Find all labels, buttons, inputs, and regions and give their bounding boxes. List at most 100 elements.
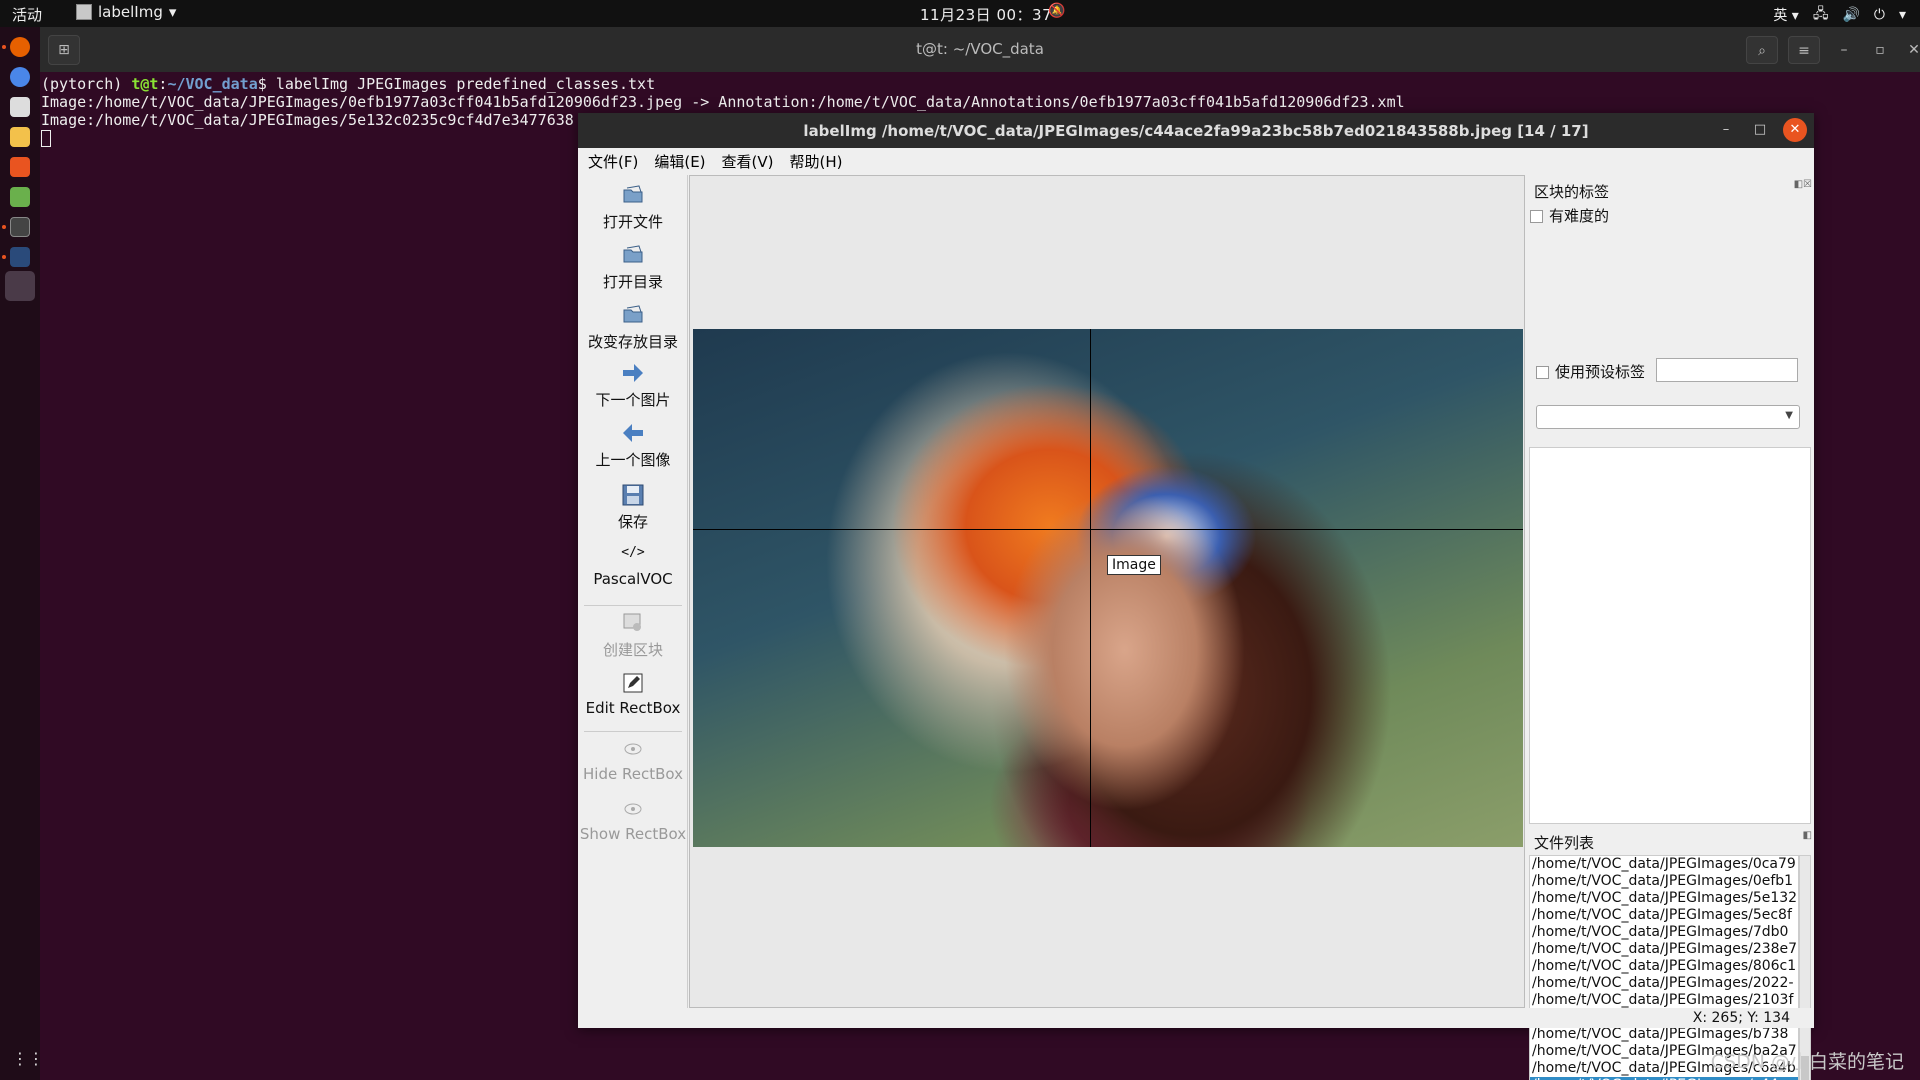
save-label: 保存 bbox=[617, 513, 648, 531]
create-box-label: 创建区块 bbox=[602, 641, 663, 659]
file-list-item[interactable]: /home/t/VOC_data/JPEGImages/5e132 bbox=[1530, 890, 1798, 907]
format-label: PascalVOC bbox=[593, 570, 673, 588]
input-method-indicator[interactable]: 英 ▾ bbox=[1773, 5, 1798, 25]
rhythmbox-icon[interactable] bbox=[10, 127, 30, 147]
firefox-icon[interactable] bbox=[10, 37, 30, 57]
output-line: Image:/home/t/VOC_data/JPEGImages/5e132c… bbox=[41, 111, 574, 129]
chevron-down-icon: ▾ bbox=[1898, 7, 1906, 23]
use-default-label-checkbox[interactable] bbox=[1536, 366, 1549, 379]
use-default-label-row[interactable]: 使用预设标签 bbox=[1536, 361, 1645, 382]
file-list-item[interactable]: /home/t/VOC_data/JPEGImages/0efb1 bbox=[1530, 873, 1798, 890]
cursor-coordinates: X: 265; Y: 134 bbox=[1692, 1010, 1790, 1026]
prev-image-label: 上一个图像 bbox=[595, 451, 671, 469]
top-bar: 活动 labelImg ▾ 11月23日 00：37 🔕 英 ▾ 🖧 🔊 ⏻ ▾ bbox=[0, 0, 1920, 27]
network-icon: 🖧 bbox=[1812, 6, 1829, 22]
labelimg-titlebar: labelImg /home/t/VOC_data/JPEGImages/c44… bbox=[578, 113, 1814, 148]
open-dir-button[interactable]: 打开目录 bbox=[578, 243, 688, 292]
file-list-item[interactable]: /home/t/VOC_data/JPEGImages/238e7 bbox=[1530, 941, 1798, 958]
prompt-prefix: (pytorch) bbox=[41, 75, 132, 93]
close-icon[interactable]: ✕ bbox=[1783, 118, 1807, 142]
file-list-item[interactable]: /home/t/VOC_data/JPEGImages/2022- bbox=[1530, 975, 1798, 992]
save-button[interactable]: 保存 bbox=[578, 483, 688, 532]
code-icon: </> bbox=[621, 545, 645, 560]
toolbar: 打开文件 打开目录 改变存放目录 下一个图片 上一个图像 保存 </> Pasc… bbox=[578, 175, 688, 1008]
edit-pencil-icon bbox=[623, 673, 643, 693]
software-center-icon[interactable] bbox=[10, 157, 30, 177]
difficult-checkbox[interactable] bbox=[1530, 210, 1543, 223]
maximize-icon[interactable]: □ bbox=[1748, 118, 1772, 142]
label-combo-box[interactable]: ▼ bbox=[1536, 405, 1800, 429]
clock[interactable]: 11月23日 00：37 bbox=[920, 4, 1052, 25]
default-label-input[interactable] bbox=[1656, 358, 1798, 382]
files-icon[interactable] bbox=[10, 97, 30, 117]
terminal-cursor bbox=[41, 130, 51, 147]
hide-box-button[interactable]: Hide RectBox bbox=[578, 737, 688, 783]
search-icon[interactable]: ⌕ bbox=[1746, 36, 1778, 64]
arrow-left-icon bbox=[623, 424, 643, 442]
minimize-icon[interactable]: – bbox=[1714, 118, 1738, 142]
prev-image-button[interactable]: 上一个图像 bbox=[578, 421, 688, 470]
use-default-label-text: 使用预设标签 bbox=[1555, 363, 1646, 381]
file-list-item[interactable]: /home/t/VOC_data/JPEGImages/2103f bbox=[1530, 992, 1798, 1009]
folder-open-icon bbox=[623, 305, 643, 323]
menu-edit[interactable]: 编辑(E) bbox=[654, 151, 705, 172]
show-box-button[interactable]: Show RectBox bbox=[578, 797, 688, 843]
maximize-icon[interactable]: ▫ bbox=[1864, 36, 1896, 64]
annotated-photo[interactable]: Image bbox=[693, 329, 1523, 847]
file-list-item[interactable]: /home/t/VOC_data/JPEGImages/806c1 bbox=[1530, 958, 1798, 975]
eye-icon bbox=[624, 743, 642, 755]
file-list-item[interactable]: /home/t/VOC_data/JPEGImages/0ca79 bbox=[1530, 856, 1798, 873]
chrome-icon[interactable] bbox=[10, 67, 30, 87]
panel-float-icon[interactable]: ◧ bbox=[1803, 830, 1812, 841]
terminal-title: t@t: ~/VOC_data bbox=[916, 40, 1044, 58]
edit-box-button[interactable]: Edit RectBox bbox=[578, 671, 688, 717]
format-toggle-button[interactable]: </> PascalVOC bbox=[578, 545, 688, 588]
chevron-down-icon: ▾ bbox=[168, 3, 177, 21]
window-title: labelImg /home/t/VOC_data/JPEGImages/c44… bbox=[803, 122, 1589, 140]
status-bar: X: 265; Y: 134 bbox=[578, 1008, 1814, 1028]
system-tray[interactable]: 英 ▾ 🖧 🔊 ⏻ ▾ bbox=[1773, 3, 1906, 27]
labelimg-window: labelImg /home/t/VOC_data/JPEGImages/c44… bbox=[578, 113, 1814, 1080]
next-image-button[interactable]: 下一个图片 bbox=[578, 361, 688, 410]
floppy-disk-icon bbox=[622, 484, 644, 506]
file-list-item[interactable]: /home/t/VOC_data/JPEGImages/5ec8f bbox=[1530, 907, 1798, 924]
canvas-tooltip: Image bbox=[1107, 555, 1161, 575]
next-image-label: 下一个图片 bbox=[595, 391, 671, 409]
app-menu[interactable]: labelImg ▾ bbox=[76, 3, 176, 21]
arrow-right-icon bbox=[623, 364, 643, 382]
output-line: Image:/home/t/VOC_data/JPEGImages/0efb19… bbox=[41, 93, 1405, 111]
hamburger-menu-icon[interactable]: ≡ bbox=[1788, 36, 1820, 64]
labelimg-dock-icon[interactable] bbox=[5, 271, 35, 301]
toolbar-divider bbox=[584, 605, 682, 606]
editor-icon[interactable] bbox=[10, 187, 30, 207]
command-text: labelImg JPEGImages predefined_classes.t… bbox=[275, 75, 656, 93]
file-list-item[interactable]: /home/t/VOC_data/JPEGImages/b738 bbox=[1530, 1026, 1798, 1043]
folder-open-icon bbox=[623, 185, 643, 203]
prompt-path: ~/VOC_data bbox=[167, 75, 258, 93]
difficult-checkbox-row[interactable]: 有难度的 bbox=[1530, 205, 1609, 226]
file-list-item[interactable]: /home/t/VOC_data/JPEGImages/7db0 bbox=[1530, 924, 1798, 941]
toolbar-divider bbox=[584, 731, 682, 732]
image-canvas[interactable]: Image bbox=[689, 175, 1525, 1008]
menu-view[interactable]: 查看(V) bbox=[722, 151, 774, 172]
box-labels-title: 区块的标签 bbox=[1534, 183, 1610, 201]
menu-help[interactable]: 帮助(H) bbox=[790, 151, 843, 172]
crosshair-horizontal bbox=[693, 529, 1523, 530]
change-save-dir-button[interactable]: 改变存放目录 bbox=[578, 303, 688, 352]
running-indicator bbox=[2, 225, 6, 229]
activities-button[interactable]: 活动 bbox=[12, 4, 42, 25]
terminal-titlebar: ⊞ t@t: ~/VOC_data ⌕ ≡ – ▫ ✕ bbox=[40, 27, 1920, 72]
open-file-label: 打开文件 bbox=[602, 213, 663, 231]
power-icon: ⏻ bbox=[1873, 7, 1885, 23]
menu-file[interactable]: 文件(F) bbox=[588, 151, 638, 172]
system-monitor-icon[interactable] bbox=[10, 247, 30, 267]
app-menu-label: labelImg bbox=[98, 3, 163, 21]
minimize-icon[interactable]: – bbox=[1828, 36, 1860, 64]
label-list[interactable] bbox=[1529, 447, 1811, 824]
dock: ⋮⋮ bbox=[0, 27, 44, 1080]
create-box-button[interactable]: 创建区块 bbox=[578, 611, 688, 660]
terminal-icon[interactable] bbox=[10, 217, 30, 237]
panel-float-close-icon[interactable]: ◧☒ bbox=[1794, 179, 1812, 190]
open-file-button[interactable]: 打开文件 bbox=[578, 183, 688, 232]
close-icon[interactable]: ✕ bbox=[1898, 36, 1920, 64]
